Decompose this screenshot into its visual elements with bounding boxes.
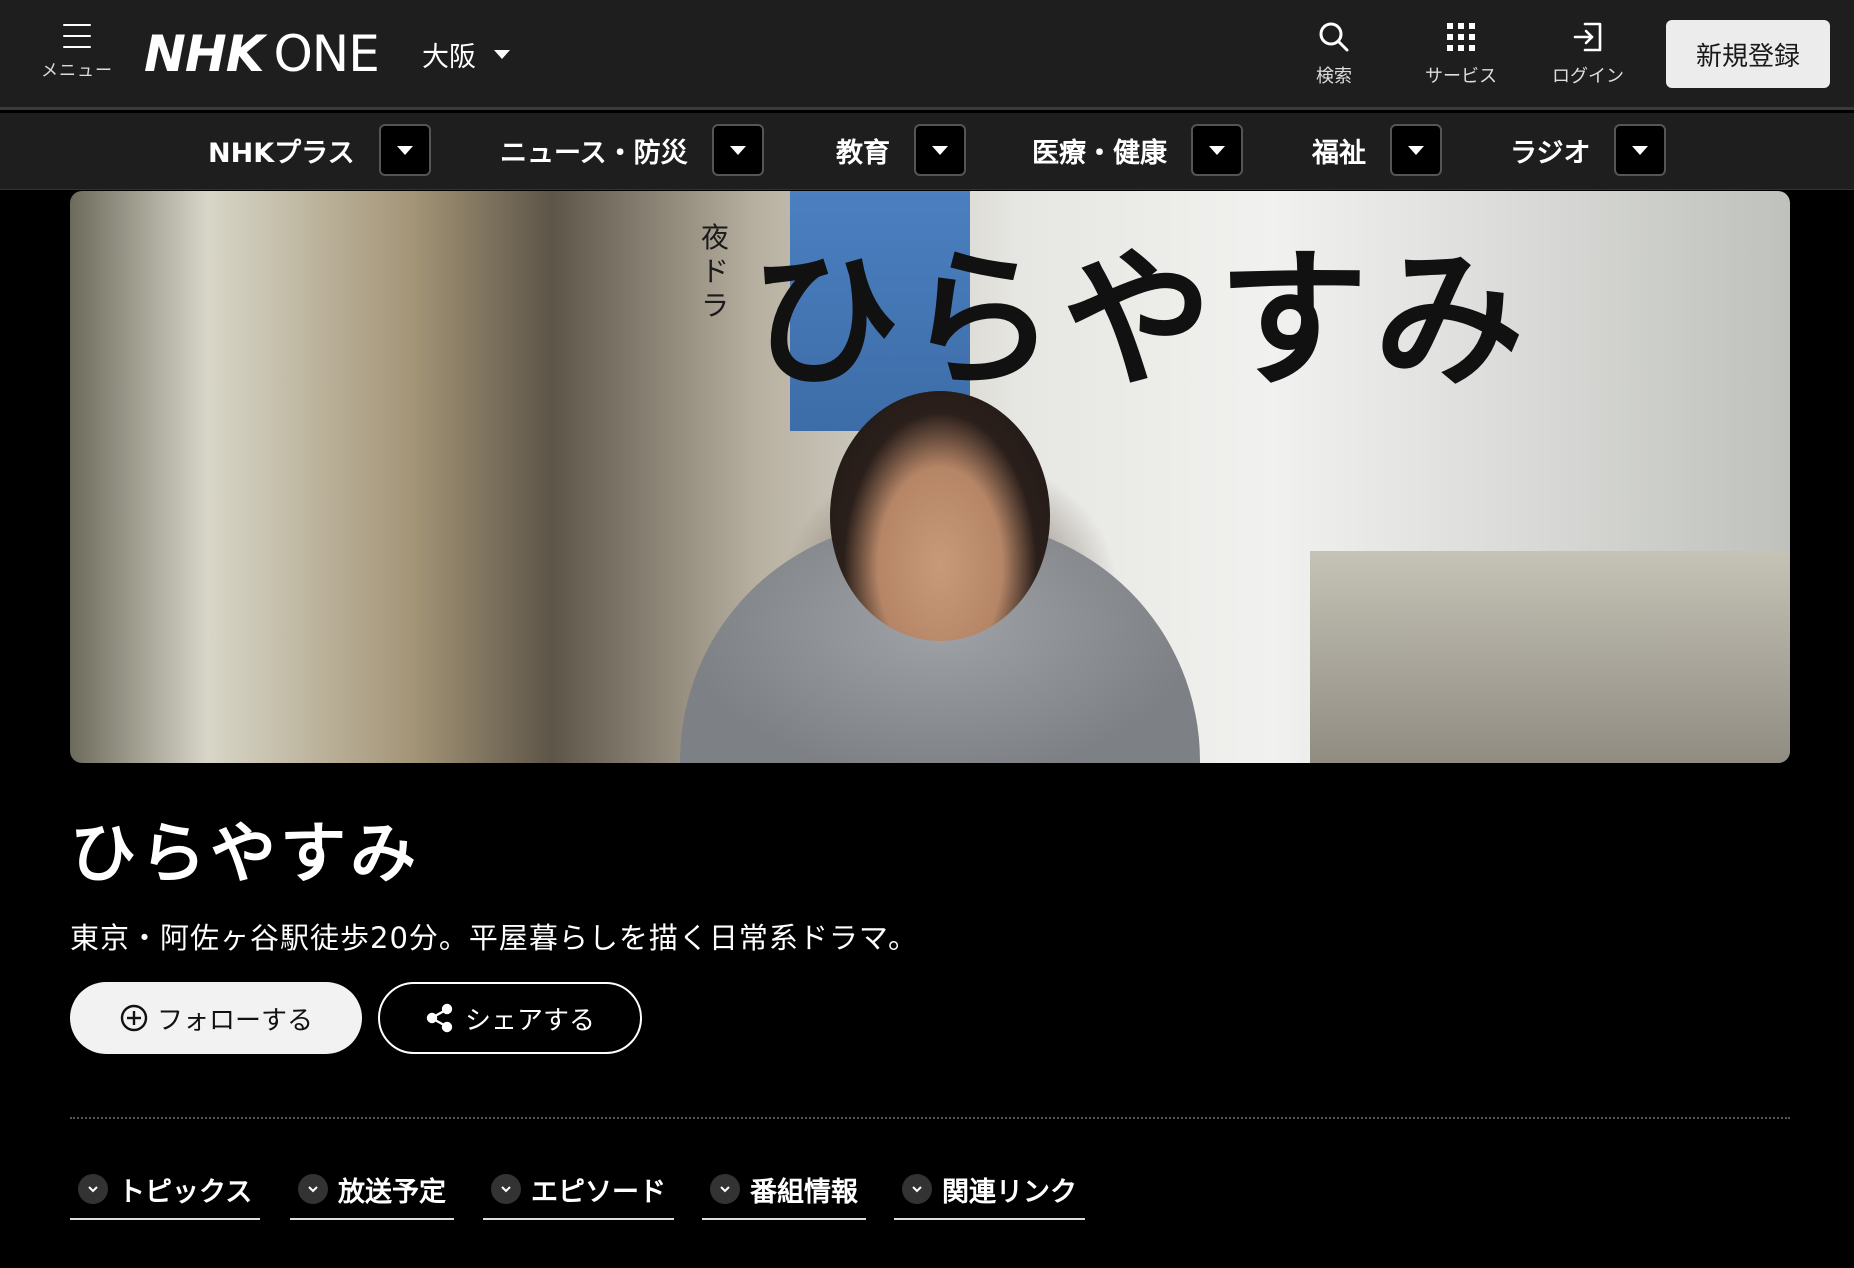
region-label: 大阪: [422, 41, 476, 73]
category-label[interactable]: NHKプラス: [208, 131, 355, 170]
hero-person-head: [830, 391, 1050, 641]
services-button[interactable]: サービス: [1411, 20, 1511, 92]
menu-label: メニュー: [41, 61, 113, 81]
search-button[interactable]: 検索: [1284, 20, 1384, 92]
caret-down-icon: [1632, 145, 1649, 155]
share-label: シェアする: [464, 1005, 595, 1036]
chevron-down-icon: [902, 1174, 932, 1204]
category-dropdown-button[interactable]: [914, 124, 966, 176]
anchor-link-related[interactable]: 関連リンク: [894, 1160, 1085, 1220]
hero-title-logo: ひらやすみ: [750, 234, 1531, 408]
caret-down-icon: [396, 145, 413, 155]
category-label[interactable]: 教育: [836, 131, 890, 170]
share-icon: [426, 1003, 453, 1033]
category-item-welfare: 福祉: [1312, 124, 1442, 176]
logo-one-text: ONE: [273, 25, 379, 83]
share-button[interactable]: シェアする: [378, 982, 642, 1054]
follow-label: フォローする: [156, 1005, 313, 1036]
chevron-down-icon: [710, 1174, 740, 1204]
chevron-down-icon: [298, 1174, 328, 1204]
login-button[interactable]: ログイン: [1538, 20, 1638, 92]
program-description: 東京・阿佐ヶ谷駅徒歩20分。平屋暮らしを描く日常系ドラマ。: [70, 921, 919, 955]
login-icon: [1573, 22, 1602, 52]
caret-down-icon: [1408, 145, 1424, 155]
category-item-health: 医療・健康: [1032, 124, 1243, 176]
category-dropdown-button[interactable]: [1390, 124, 1442, 176]
anchor-label: 番組情報: [750, 1176, 858, 1208]
category-item-radio: ラジオ: [1510, 124, 1667, 176]
search-label: 検索: [1316, 66, 1352, 87]
anchor-label: 関連リンク: [942, 1176, 1077, 1208]
category-item-nhk-plus: NHKプラス: [208, 124, 431, 176]
hero-banner-image: 夜ドラ ひらやすみ: [70, 191, 1790, 763]
nhk-one-logo[interactable]: NHK ONE: [144, 24, 380, 84]
category-label[interactable]: 医療・健康: [1032, 131, 1167, 170]
follow-button[interactable]: フォローする: [70, 982, 362, 1054]
anchor-label: 放送予定: [338, 1176, 446, 1208]
menu-button[interactable]: メニュー: [30, 18, 124, 94]
hamburger-icon: [63, 24, 91, 54]
chevron-down-icon: [78, 1174, 108, 1204]
category-dropdown-button[interactable]: [378, 124, 431, 176]
category-label[interactable]: ニュース・防災: [500, 131, 688, 170]
anchor-link-episodes[interactable]: エピソード: [483, 1160, 674, 1220]
anchor-label: トピックス: [118, 1176, 253, 1208]
region-selector[interactable]: 大阪: [422, 30, 510, 78]
anchor-label: エピソード: [531, 1176, 666, 1208]
anchor-link-schedule[interactable]: 放送予定: [290, 1160, 454, 1220]
hero-bg-kitchen: [1310, 551, 1790, 763]
category-label[interactable]: 福祉: [1312, 131, 1366, 170]
section-divider: [70, 1117, 1790, 1119]
chevron-down-icon: [494, 49, 510, 59]
program-title: ひらやすみ: [70, 815, 420, 892]
category-dropdown-button[interactable]: [1614, 124, 1667, 176]
category-label[interactable]: ラジオ: [1510, 131, 1590, 170]
category-dropdown-button[interactable]: [711, 124, 764, 176]
services-label: サービス: [1425, 66, 1497, 87]
signup-button[interactable]: 新規登録: [1666, 20, 1830, 88]
category-dropdown-button[interactable]: [1191, 124, 1243, 176]
chevron-down-icon: [491, 1174, 521, 1204]
category-item-news: ニュース・防災: [500, 124, 764, 176]
category-nav: NHKプラス ニュース・防災 教育 医療・健康 福祉 ラジオ: [0, 113, 1854, 190]
caret-down-icon: [1209, 145, 1225, 155]
anchor-link-program-info[interactable]: 番組情報: [702, 1160, 866, 1220]
category-item-education: 教育: [836, 124, 966, 176]
plus-circle-icon: [120, 1004, 148, 1032]
logo-nhk-text: NHK: [144, 25, 264, 83]
grid-icon: [1447, 23, 1475, 51]
caret-down-icon: [932, 145, 948, 155]
top-header: メニュー NHK ONE 大阪 検索 サービス ログイン 新規登録: [0, 0, 1854, 110]
login-label: ログイン: [1552, 66, 1624, 87]
search-icon: [1319, 22, 1349, 52]
hero-series-tag: 夜ドラ: [700, 221, 729, 322]
caret-down-icon: [729, 145, 746, 155]
anchor-link-topics[interactable]: トピックス: [70, 1160, 261, 1220]
